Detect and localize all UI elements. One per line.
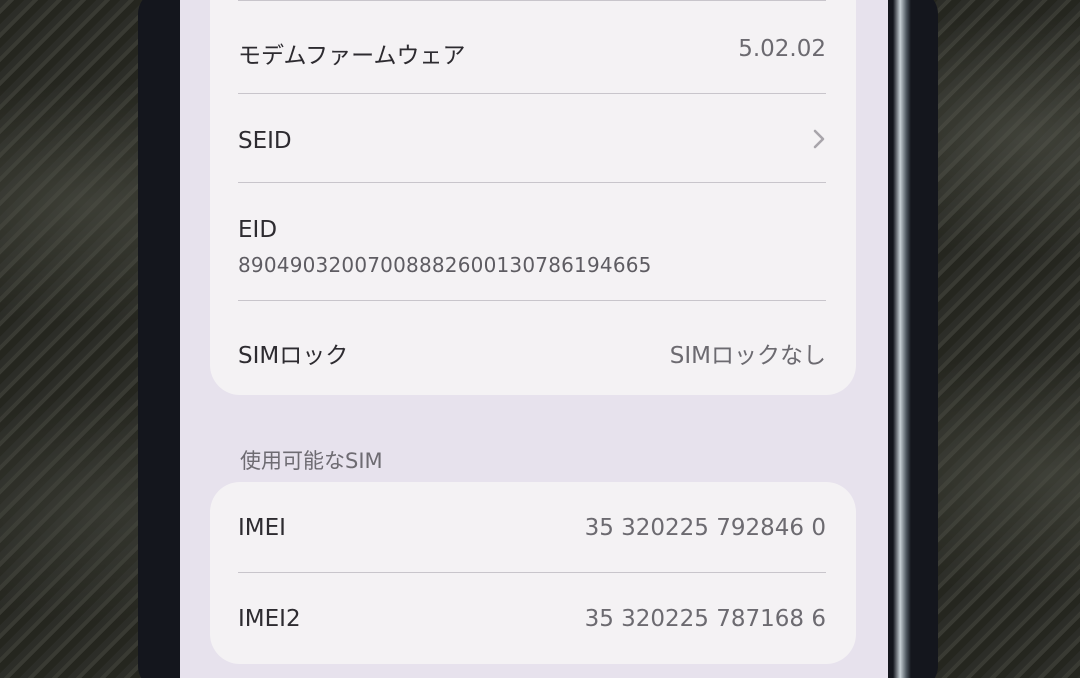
imei-value: 35 320225 792846 0	[584, 515, 826, 541]
divider	[238, 572, 826, 573]
imei2-value: 35 320225 787168 6	[584, 606, 826, 632]
seid-label: SEID	[238, 128, 292, 154]
divider	[238, 0, 826, 1]
divider	[238, 182, 826, 183]
eid-label: EID	[238, 217, 278, 243]
available-sim-header: 使用可能なSIM	[240, 449, 383, 473]
sim-lock-label: SIMロック	[238, 343, 349, 369]
phone-edge-reflection	[893, 0, 911, 678]
modem-firmware-label: モデムファームウェア	[238, 43, 466, 69]
imei2-label: IMEI2	[238, 606, 301, 632]
about-info-group: モデムファームウェア 5.02.02 SEID EID 890490320070…	[210, 0, 856, 395]
modem-firmware-value: 5.02.02	[738, 36, 826, 62]
available-sim-group: IMEI 35 320225 792846 0 IMEI2 35 320225 …	[210, 482, 856, 664]
eid-value: 89049032007008882600130786194665	[238, 253, 652, 277]
imei-label: IMEI	[238, 515, 286, 541]
divider	[238, 93, 826, 94]
chevron-right-icon	[813, 129, 825, 149]
sim-lock-value: SIMロックなし	[669, 343, 826, 369]
phone-screen: モデムファームウェア 5.02.02 SEID EID 890490320070…	[180, 0, 888, 678]
divider	[238, 300, 826, 301]
